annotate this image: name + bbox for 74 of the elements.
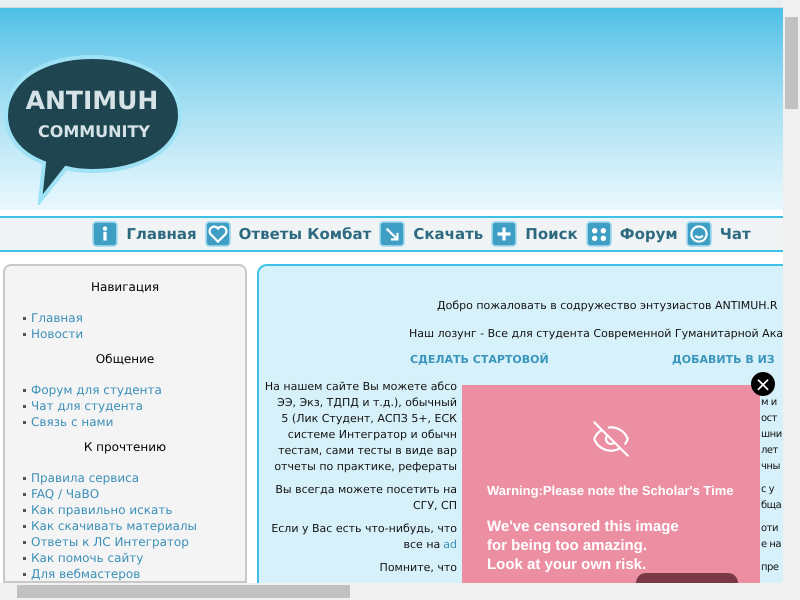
ad-message: Look at your own risk.: [487, 554, 648, 574]
ad-message: We've censored this image: [487, 516, 680, 536]
warning-text: Warning:Please note the Scholar's Time: [487, 482, 735, 500]
sidebar-link[interactable]: FAQ / ЧаВО: [31, 485, 100, 503]
action-link[interactable]: ДОБАВИТЬ В ИЗ: [672, 353, 775, 366]
nav-link[interactable]: Чат: [686, 221, 751, 247]
nav-link[interactable]: Ответы Комбат: [204, 221, 372, 247]
ad-message: for being too amazing.: [487, 536, 648, 554]
sidebar-link[interactable]: Главная: [31, 309, 83, 327]
paragraph-text: Помните, что: [380, 560, 457, 576]
paragraph-text: все на: [404, 536, 440, 552]
horizontal-scrollbar[interactable]: [0, 583, 800, 600]
paragraph-text: Вы всегда можете посетить на: [275, 482, 457, 498]
scrollbar-thumb[interactable]: [785, 17, 798, 109]
section-heading: Общение: [94, 351, 156, 368]
bullet-icon: [23, 316, 26, 320]
email-link[interactable]: ad: [443, 536, 457, 552]
paragraph-text: тестам, сами тесты в виде вар: [278, 442, 457, 458]
paragraph-text: СГУ, СП: [412, 498, 457, 514]
sidebar-link[interactable]: Новости: [31, 325, 84, 343]
logo-text: COMMUNITY: [38, 122, 150, 141]
nav-link[interactable]: Скачать: [379, 221, 484, 247]
paragraph-text: чны: [761, 460, 780, 474]
bullet-icon: [23, 572, 26, 576]
bullet-icon: [23, 332, 26, 336]
sidebar-link[interactable]: Ответы к ЛС Интегратор: [31, 533, 189, 551]
paragraph-text: оти: [761, 522, 778, 536]
sidebar-link[interactable]: Форум для студента: [31, 381, 162, 399]
action-link[interactable]: СДЕЛАТЬ СТАРТОВОЙ: [410, 353, 549, 366]
bullet-icon: [23, 404, 26, 408]
paragraph-text: бща: [761, 498, 782, 512]
sidebar-link[interactable]: Связь с нами: [31, 413, 114, 431]
bullet-icon: [23, 492, 26, 496]
paragraph-text: с у: [761, 482, 774, 496]
sidebar-link[interactable]: Как скачивать материалы: [31, 517, 198, 535]
bullet-icon: [23, 540, 26, 544]
sidebar-link[interactable]: Для вебмастеров: [31, 565, 140, 583]
paragraph-text: пре: [761, 560, 779, 574]
bullet-icon: [23, 524, 26, 528]
sidebar-link[interactable]: Правила сервиса: [31, 469, 140, 487]
paragraph-text: Если у Вас есть что-нибудь, что: [271, 520, 457, 536]
paragraph-text: отчеты по практике, рефераты: [274, 458, 457, 474]
bullet-icon: [23, 508, 26, 512]
bullet-icon: [23, 476, 26, 480]
paragraph-text: 5 (Лик Студент, АСПЗ 5+, ЕСК: [281, 410, 457, 426]
paragraph-text: системе Интегратор и обычн: [288, 426, 457, 442]
smiley-icon: [686, 221, 712, 247]
bullet-icon: [23, 388, 26, 392]
plus-icon: [491, 221, 518, 247]
section-heading: К прочтению: [82, 439, 168, 456]
vertical-scrollbar[interactable]: [783, 0, 800, 583]
nav-link[interactable]: Главная: [92, 221, 197, 247]
nav-link[interactable]: Поиск: [491, 221, 578, 247]
welcome-text: Добро пожаловать в содружество энтузиастов ANTIMUH.R: [437, 299, 778, 312]
paragraph-text: шни: [761, 428, 782, 442]
sidebar-link[interactable]: Как помочь сайту: [31, 549, 144, 567]
logo-text: ANTIMUH: [26, 86, 158, 115]
info-icon: [92, 221, 118, 247]
bullet-icon: [23, 556, 26, 560]
dots-icon: [586, 221, 612, 247]
scrollbar-thumb[interactable]: [17, 585, 350, 598]
paragraph-text: На нашем сайте Вы можете абсо: [264, 378, 457, 394]
paragraph-text: лет: [761, 444, 778, 458]
sidebar-link[interactable]: Чат для студента: [31, 397, 143, 415]
paragraph-text: е на: [761, 538, 781, 552]
bullet-icon: [23, 420, 26, 424]
section-heading: Навигация: [90, 279, 160, 296]
paragraph-text: ЭЭ, Экз, ТДПД и т.д.), обычный: [277, 394, 457, 410]
hidden-eye-icon: [591, 419, 631, 459]
nav-link[interactable]: Форум: [586, 221, 678, 247]
paragraph-text: ост: [761, 412, 777, 426]
sidebar-link[interactable]: Как правильно искать: [31, 501, 172, 519]
slogan-text: Наш лозунг - Все для студента Современной Гуманитарной Ака: [409, 326, 783, 340]
paragraph-text: м и: [761, 396, 777, 410]
